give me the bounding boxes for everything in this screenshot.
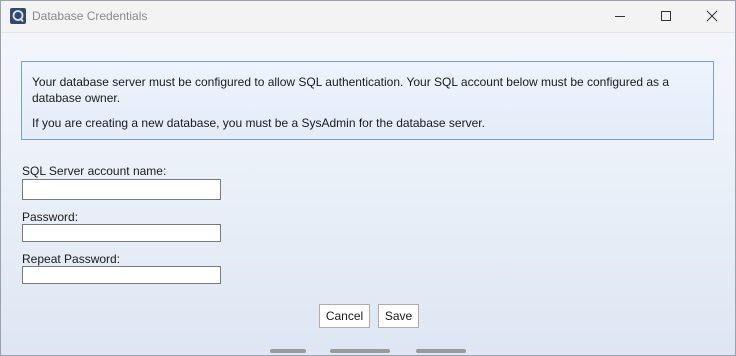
repeat-password-input[interactable] [22, 266, 221, 284]
dialog-window: Database Credentials Your database serve… [0, 0, 736, 356]
minimize-button[interactable] [597, 1, 643, 32]
title-bar[interactable]: Database Credentials [1, 1, 735, 33]
account-name-input[interactable] [22, 179, 221, 200]
app-icon [10, 8, 26, 24]
background-text-fragment [270, 349, 306, 353]
info-panel: Your database server must be configured … [21, 61, 714, 140]
minimize-icon [615, 16, 625, 17]
background-text-fragment [416, 349, 466, 353]
close-button[interactable] [689, 1, 735, 32]
info-text-sysadmin: If you are creating a new database, you … [32, 116, 485, 130]
account-name-label: SQL Server account name: [22, 164, 167, 178]
maximize-button[interactable] [643, 1, 689, 32]
close-icon [706, 10, 718, 22]
background-window-fragment [256, 347, 476, 355]
repeat-password-label: Repeat Password: [22, 252, 121, 266]
info-text-authentication: Your database server must be configured … [32, 75, 670, 105]
password-label: Password: [22, 210, 79, 224]
save-button[interactable]: Save [378, 304, 419, 328]
window-title: Database Credentials [32, 9, 148, 23]
maximize-icon [661, 11, 671, 21]
password-input[interactable] [22, 224, 221, 242]
cancel-button[interactable]: Cancel [319, 304, 370, 328]
background-text-fragment [330, 349, 390, 353]
